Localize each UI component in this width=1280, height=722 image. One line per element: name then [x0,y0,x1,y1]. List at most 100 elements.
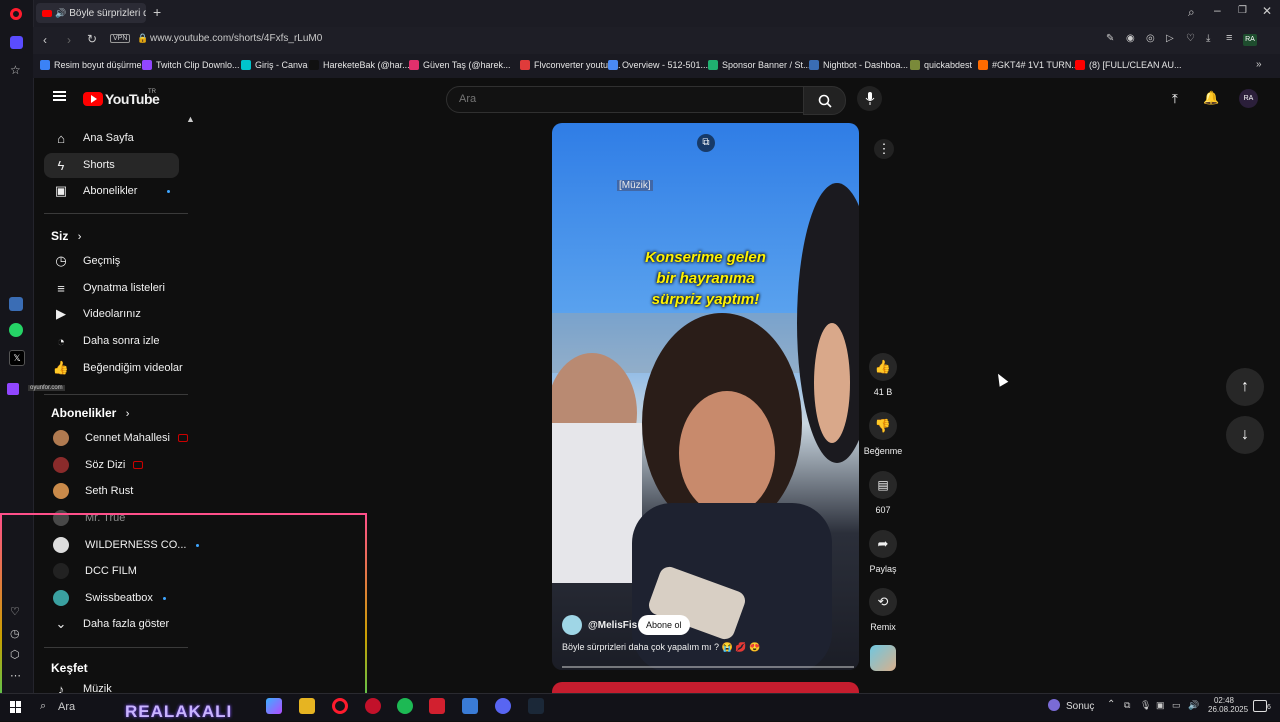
bookmark-item[interactable]: quickabdest [910,60,972,70]
sidebar-item-beğendiğim-videolar[interactable]: 👍 Beğendiğim videolar [51,355,183,381]
sidebar-item-oynatma-listeleri[interactable]: ≡ Oynatma listeleri [51,275,165,301]
next-short-preview[interactable] [552,682,859,693]
miniplayer-icon[interactable]: ⧉ [697,134,715,152]
taskbar-search-icon[interactable]: ⌕ [40,700,46,713]
vpn-shield-icon[interactable]: ◎ [1146,33,1155,44]
upload-icon[interactable]: ⤒ [1172,91,1178,107]
spotify-icon[interactable] [397,698,413,714]
opera-taskbar-icon[interactable] [332,698,348,714]
progress-bar[interactable] [562,666,854,668]
more-options-icon[interactable]: ⋮ [874,139,894,159]
copilot-icon[interactable] [266,698,282,714]
whatsapp-icon[interactable] [9,323,23,337]
obs-app-icon[interactable] [429,698,445,714]
taskbar-clock[interactable]: 02:48 26.08.2025 [1208,696,1248,714]
player-icon[interactable]: ▷ [1166,33,1174,44]
taskbar-search[interactable]: Ara [58,701,75,713]
channel-avatar[interactable] [562,615,582,635]
sidebar-item-videolarınız[interactable]: ▶ Videolarınız [51,301,141,327]
file-explorer-icon[interactable] [299,698,315,714]
youtube-logo-icon[interactable] [83,92,103,106]
volume-icon[interactable]: 🔊 [1188,700,1199,711]
tray-chevron-icon[interactable]: ⌃ [1107,699,1115,710]
camera-icon[interactable]: ◉ [1126,33,1135,44]
search-tabs-icon[interactable]: ⌕ [1188,5,1195,20]
home-speed-dial-icon[interactable] [10,36,23,49]
opera-logo-icon[interactable] [10,8,22,20]
bookmark-item[interactable]: Overview - 512-501... [608,60,708,70]
short-title[interactable]: Böyle sürprizleri daha çok yapalım mı ? … [562,642,760,653]
minimize-button[interactable]: – [1214,3,1221,17]
you-section-title[interactable]: Siz › [51,229,81,243]
sidebar-item-geçmiş[interactable]: ◷ Geçmiş [51,248,120,274]
like-button[interactable]: 👍 [869,353,897,381]
bookmark-item[interactable]: Güven Taş (@harek... [409,60,511,70]
sidebar-item-seth-rust[interactable]: Seth Rust [51,478,133,504]
bookmark-item[interactable]: Twitch Clip Downlo... [142,60,240,70]
network-app-icon[interactable] [462,698,478,714]
sidebar-item-söz-dizi[interactable]: Söz Dizi [51,452,144,478]
tray-display-icon[interactable]: ▭ [1172,700,1181,711]
account-avatar[interactable]: RA [1239,89,1258,108]
remix-button[interactable]: ⟲ [869,588,897,616]
heart-icon[interactable]: ♡ [1186,33,1195,44]
download-icon[interactable]: ⤓ [1206,33,1210,44]
bookmark-item[interactable]: HareketeBak (@har... [309,60,410,70]
menu-icon[interactable]: ≡ [1226,32,1232,44]
sidebar-item-ana-sayfa[interactable]: ⌂ Ana Sayfa [51,125,134,151]
sidebar-item-cennet-mahallesi[interactable]: Cennet Mahallesi [51,425,188,451]
tray-app-icon[interactable]: ⧉ [1124,700,1130,711]
scroll-up-icon[interactable]: ▲ [186,114,195,124]
tray-mic-icon[interactable]: 🎙 [1140,700,1151,711]
dislike-button[interactable]: 👎 [869,412,897,440]
subscriptions-section-title[interactable]: Abonelikler › [51,406,129,420]
hamburger-menu-icon[interactable] [53,91,66,101]
bookmark-item[interactable]: Resim boyut düşürme [40,60,142,70]
weather-icon[interactable] [1048,699,1060,711]
short-video-player[interactable]: ⧉ [Müzik] Konserime gelen bir hayranıma … [552,123,859,670]
subscribe-button[interactable]: Abone ol [638,615,690,635]
bookmark-item[interactable]: #GKT4# 1V1 TURN... [978,60,1079,70]
bookmark-item[interactable]: (8) [FULL/CLEAN AU... [1075,60,1182,70]
star-icon[interactable]: ☆ [10,63,21,77]
app-taskbar-icon[interactable] [365,698,381,714]
back-button[interactable]: ‹ [43,33,47,47]
windows-start-icon[interactable] [10,701,22,713]
search-input[interactable] [457,92,761,106]
bookmarks-more-icon[interactable]: » [1256,59,1262,70]
url-field[interactable]: www.youtube.com/shorts/4Fxfs_rLuM0 [150,33,322,44]
bookmark-item[interactable]: Sponsor Banner / St... [708,60,811,70]
twitch-icon[interactable] [7,383,19,395]
channel-name[interactable]: @MelisFis [588,620,637,631]
voice-search-button[interactable] [857,86,882,111]
bookmark-item[interactable]: Nightbot - Dashboa... [809,60,908,70]
new-tab-button[interactable]: + [153,4,161,20]
next-short-button[interactable]: ↓ [1226,416,1264,454]
notifications-bell-icon[interactable]: 🔔 [1203,90,1219,106]
search-box[interactable] [446,86,805,113]
discord-icon[interactable] [495,698,511,714]
profile-icon[interactable]: RA [1243,34,1257,46]
notification-center-icon[interactable] [1253,700,1267,712]
forward-button[interactable]: › [67,33,71,47]
sidebar-item-shorts[interactable]: ϟ Shorts [51,152,115,178]
close-window-button[interactable]: ✕ [1262,4,1272,18]
bookmark-item[interactable]: Giriş - Canva [241,60,308,70]
edit-icon[interactable]: ✎ [1106,33,1114,44]
lock-icon[interactable]: 🔒 [137,33,148,44]
sidebar-item-daha-sonra-izle[interactable]: ◔ Daha sonra izle [51,328,159,354]
x-twitter-icon[interactable]: 𝕏 [9,350,25,366]
vpn-badge[interactable]: VPN [110,34,131,43]
app-icon[interactable] [9,297,23,311]
weather-label[interactable]: Sonuç [1066,701,1094,712]
search-button[interactable] [803,86,846,115]
maximize-button[interactable]: ❐ [1238,5,1247,16]
sound-thumbnail[interactable] [870,645,896,671]
comments-button[interactable]: ▤ [869,471,897,499]
previous-short-button[interactable]: ↑ [1226,368,1264,406]
tray-camera-icon[interactable]: ▣ [1156,700,1165,711]
bookmark-item[interactable]: Flvconverter youtub... [520,60,621,70]
sidebar-item-abonelikler[interactable]: ▣ Abonelikler [51,178,171,204]
share-button[interactable]: ➦ [869,530,897,558]
reload-button[interactable]: ↻ [87,32,97,46]
